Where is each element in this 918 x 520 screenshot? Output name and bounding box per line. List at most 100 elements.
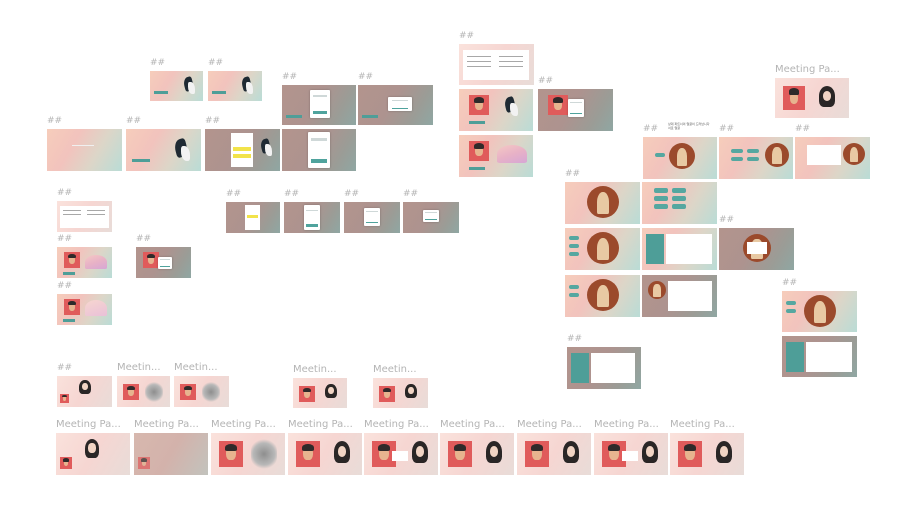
frame-20[interactable]: [459, 135, 533, 177]
modal-dialog: [622, 451, 638, 461]
frame-30[interactable]: ##: [719, 215, 794, 270]
frame-4[interactable]: ##: [358, 72, 433, 125]
frame-6[interactable]: ##: [126, 116, 201, 171]
frame-21[interactable]: Meeting Pa...: [775, 64, 849, 118]
frame-48[interactable]: Meeting Pa...: [594, 419, 668, 475]
frame-28[interactable]: [565, 228, 640, 270]
frame-8[interactable]: [282, 129, 356, 171]
frame-thumbnail: [56, 433, 130, 475]
frame-label: ##: [358, 72, 374, 82]
avatar-illustration-icon: [469, 95, 489, 115]
frame-thumbnail: [57, 247, 112, 278]
frame-thumbnail: [117, 376, 170, 407]
frame-thumbnail: [782, 336, 857, 377]
frame-16[interactable]: ##: [57, 281, 112, 325]
frame-10[interactable]: ##: [284, 189, 340, 233]
frame-thumbnail: [364, 433, 438, 475]
frame-label: ##: [57, 363, 73, 373]
frame-37[interactable]: Meetin...: [117, 362, 170, 407]
frame-thumbnail: [288, 433, 362, 475]
frame-label: Meeting Pa...: [288, 419, 353, 430]
frame-12[interactable]: ##: [403, 189, 459, 233]
form-panel: [668, 281, 712, 311]
frame-29[interactable]: [642, 228, 717, 270]
chip: [672, 188, 686, 193]
frame-label: ##: [126, 116, 142, 126]
avatar-illustration-icon: [678, 441, 702, 467]
frame-2[interactable]: ##: [208, 58, 262, 101]
frame-thumbnail: [284, 202, 340, 233]
modal-dialog: [388, 97, 412, 111]
frame-label: Meeting Pa...: [594, 419, 659, 430]
sidebar-panel: [786, 342, 804, 372]
frame-label: ##: [226, 189, 242, 199]
avatar-illustration-icon: [804, 295, 836, 327]
frame-label: ##: [284, 189, 300, 199]
frame-15[interactable]: ##: [136, 234, 191, 278]
form-panel: [806, 342, 852, 372]
frame-33[interactable]: ##: [567, 334, 641, 389]
frame-thumbnail: [565, 275, 640, 317]
avatar-illustration-icon: [669, 143, 695, 169]
avatar-illustration-icon: [559, 441, 583, 469]
chip: [569, 236, 579, 240]
frame-46[interactable]: Meeting Pa...: [440, 419, 514, 475]
document-card: [463, 50, 529, 80]
avatar-illustration-icon: [765, 143, 789, 167]
frame-9[interactable]: ##: [226, 189, 280, 233]
frame-thumbnail: [282, 85, 356, 125]
frame-label: ##: [57, 188, 73, 198]
frame-23[interactable]: ##: [643, 124, 717, 179]
avatar-illustration-icon: [648, 281, 666, 299]
frame-label: ##: [719, 124, 735, 134]
frame-label: Meeting Pa...: [670, 419, 735, 430]
text-line: [499, 61, 523, 62]
frame-45[interactable]: Meeting Pa...: [364, 419, 438, 475]
frame-7[interactable]: ##: [205, 116, 280, 171]
frame-22[interactable]: 상대 파트너의 얼굴이 드러납니다 서로 얼굴: [668, 122, 712, 136]
frame-17[interactable]: ##: [459, 31, 534, 85]
art-illustration: [85, 300, 107, 316]
frame-26[interactable]: ##: [565, 169, 640, 224]
modal-dialog: [423, 210, 439, 222]
frame-13[interactable]: ##: [57, 188, 112, 232]
frame-38[interactable]: Meetin...: [174, 362, 229, 407]
frame-1[interactable]: ##: [150, 58, 203, 101]
frame-thumbnail: [373, 378, 428, 408]
frame-39[interactable]: Meetin...: [293, 364, 347, 408]
modal-dialog: [158, 257, 172, 269]
frame-label: Meeting Pa...: [775, 64, 840, 75]
frame-34[interactable]: ##: [782, 278, 857, 332]
frame-24[interactable]: ##: [719, 124, 793, 179]
button-mark: [286, 115, 302, 118]
frame-36[interactable]: ##: [57, 363, 112, 407]
frame-31[interactable]: [565, 275, 640, 317]
frame-35[interactable]: [782, 336, 857, 377]
frame-25[interactable]: ##: [795, 124, 870, 179]
frame-5[interactable]: ##: [47, 116, 122, 171]
frame-label: Meeting Pa...: [440, 419, 505, 430]
frame-44[interactable]: Meeting Pa...: [288, 419, 362, 475]
frame-43[interactable]: Meeting Pa...: [211, 419, 285, 475]
modal-dialog: [392, 451, 408, 461]
frame-11[interactable]: ##: [344, 189, 400, 233]
frame-47[interactable]: Meeting Pa...: [517, 419, 591, 475]
frame-40[interactable]: Meetin...: [373, 364, 428, 408]
frame-27[interactable]: [642, 182, 717, 224]
avatar-illustration-icon: [123, 384, 139, 400]
frame-label: ##: [565, 169, 581, 179]
frame-49[interactable]: Meeting Pa...: [670, 419, 744, 475]
frame-19[interactable]: ##: [538, 76, 613, 131]
chip: [654, 204, 668, 209]
modal-dialog: [304, 205, 320, 230]
frame-42[interactable]: Meeting Pa...: [134, 419, 208, 475]
frame-41[interactable]: Meeting Pa...: [56, 419, 130, 475]
frame-18[interactable]: [459, 89, 533, 131]
chip: [654, 196, 668, 201]
frame-3[interactable]: ##: [282, 72, 356, 125]
modal-dialog: [807, 145, 841, 165]
frame-32[interactable]: [642, 275, 717, 317]
frame-label: Meetin...: [117, 362, 161, 373]
frame-14[interactable]: ##: [57, 234, 112, 278]
chip: [569, 252, 579, 256]
